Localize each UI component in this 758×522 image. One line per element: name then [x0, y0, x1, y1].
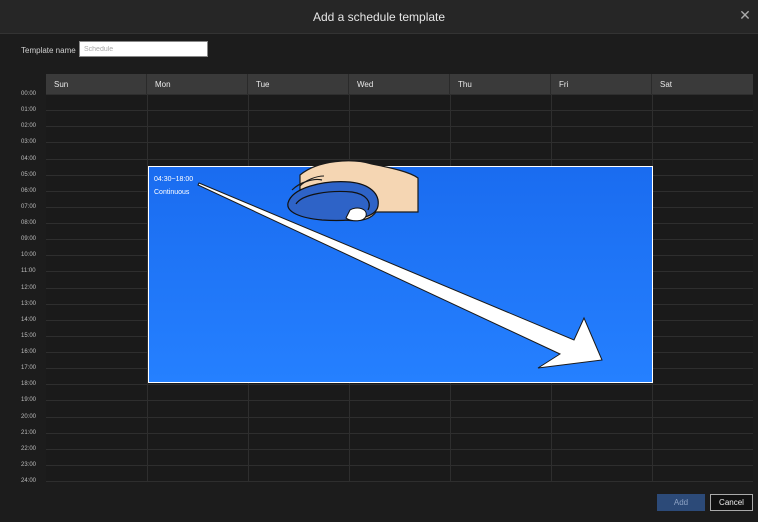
- grid-hline: [46, 481, 753, 482]
- grid-hline: [46, 142, 753, 144]
- grid-hline: [46, 158, 753, 160]
- hour-label: 24:00: [21, 478, 37, 484]
- grid-hline: [46, 94, 753, 95]
- hour-label: 10:00: [21, 252, 37, 259]
- grid-hline: [46, 384, 753, 386]
- hour-label: 20:00: [21, 413, 37, 420]
- day-header-thu: Thu: [450, 74, 551, 94]
- add-button[interactable]: Add: [657, 494, 705, 511]
- hour-label: 22:00: [21, 445, 37, 452]
- grid-hline: [46, 448, 753, 450]
- hour-label: 13:00: [21, 300, 37, 307]
- day-header-tue: Tue: [248, 74, 349, 94]
- hour-label: 16:00: [21, 349, 37, 355]
- hour-label: 17:00: [21, 365, 37, 372]
- schedule-block-mode: Continuous: [154, 189, 190, 196]
- template-name-label: Template name: [21, 46, 76, 55]
- day-header-sun: Sun: [46, 74, 147, 94]
- schedule-block[interactable]: 04:30~18:00 Continuous: [148, 166, 653, 383]
- hour-label: 05:00: [21, 171, 37, 178]
- day-header-mon: Mon: [147, 74, 248, 94]
- day-header-wed: Wed: [349, 74, 450, 94]
- hour-label: 18:00: [21, 381, 37, 388]
- hour-label: 03:00: [21, 139, 37, 146]
- hour-label: 12:00: [21, 284, 37, 291]
- grid-hline: [46, 464, 753, 466]
- template-name-input[interactable]: [79, 41, 208, 57]
- cancel-button[interactable]: Cancel: [710, 494, 753, 511]
- hour-label: 07:00: [21, 203, 37, 210]
- grid-hline: [46, 126, 753, 128]
- hour-label: 08:00: [21, 220, 37, 226]
- hour-label: 19:00: [21, 397, 37, 404]
- grid-hline: [46, 400, 753, 402]
- hour-label: 09:00: [21, 236, 37, 243]
- hour-label: 14:00: [21, 316, 37, 323]
- hour-label: 15:00: [21, 332, 37, 339]
- hour-label: 00:00: [21, 91, 37, 97]
- close-icon[interactable]: ✕: [738, 8, 752, 22]
- dialog-title: Add a schedule template: [312, 10, 446, 24]
- grid-hline: [46, 416, 753, 418]
- day-headers: Sun Mon Tue Wed Thu Fri Sat: [46, 74, 753, 94]
- hour-label: 04:00: [21, 155, 37, 162]
- hour-label: 11:00: [21, 268, 36, 275]
- hour-label: 02:00: [21, 123, 37, 130]
- grid-hline: [46, 110, 753, 112]
- day-header-fri: Fri: [551, 74, 652, 94]
- hour-label: 23:00: [21, 461, 37, 468]
- hour-label: 01:00: [21, 107, 37, 114]
- day-header-sat: Sat: [660, 80, 673, 89]
- grid-hline: [46, 432, 753, 434]
- schedule-block-time: 04:30~18:00: [154, 176, 194, 183]
- dialog-titlebar: Add a schedule template ✕: [0, 0, 758, 34]
- hour-label: 21:00: [21, 429, 37, 436]
- hour-label: 06:00: [21, 187, 37, 194]
